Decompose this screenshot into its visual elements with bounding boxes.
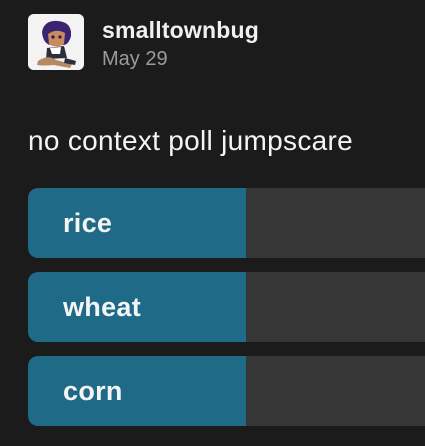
post: smalltownbug May 29 no context poll jump… xyxy=(0,0,425,446)
poll-option-label: rice xyxy=(63,207,113,238)
post-date[interactable]: May 29 xyxy=(102,48,259,70)
anime-character-avatar-icon xyxy=(28,14,84,70)
poll-option-label: corn xyxy=(63,375,123,406)
poll-option-corn[interactable]: corn xyxy=(28,356,425,426)
avatar[interactable] xyxy=(28,14,84,70)
poll-option-wheat[interactable]: wheat xyxy=(28,272,425,342)
username-link[interactable]: smalltownbug xyxy=(102,17,259,43)
post-header: smalltownbug May 29 xyxy=(28,0,425,74)
post-meta: smalltownbug May 29 xyxy=(102,14,259,70)
poll-question: no context poll jumpscare xyxy=(28,125,354,156)
poll: rice wheat corn xyxy=(28,188,425,426)
poll-option-rice[interactable]: rice xyxy=(28,188,425,258)
poll-option-label: wheat xyxy=(63,291,142,322)
